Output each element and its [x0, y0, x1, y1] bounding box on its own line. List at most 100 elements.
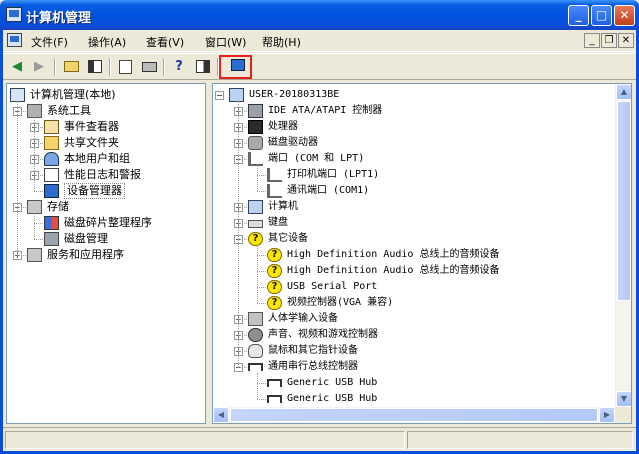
status-segment — [5, 431, 405, 449]
show-hide-pane-icon[interactable] — [193, 57, 213, 77]
users-icon — [44, 152, 59, 166]
tree-connector — [34, 239, 43, 240]
help-icon[interactable]: ? — [169, 57, 189, 77]
menu-view[interactable]: 查看(V) — [146, 34, 184, 50]
properties-icon[interactable] — [115, 57, 135, 77]
device-tree-label: 其它设备 — [268, 233, 308, 244]
minimize-button[interactable]: _ — [568, 5, 589, 26]
event-viewer-icon — [44, 120, 59, 134]
app-icon[interactable] — [6, 7, 22, 22]
tree-connector — [17, 101, 18, 255]
tree-connector — [238, 351, 247, 352]
menu-file[interactable]: 文件(F) — [31, 34, 68, 50]
unknown-device-icon: ? — [267, 280, 282, 294]
device-tree-label: USB Serial Port — [287, 281, 378, 292]
tree-connector — [238, 239, 247, 240]
device-manager-icon — [44, 184, 59, 198]
port-icon — [267, 168, 282, 182]
vertical-scrollbar[interactable]: ▲ ▼ — [615, 84, 631, 407]
scroll-down-button[interactable]: ▼ — [616, 391, 631, 407]
tree-connector — [238, 159, 247, 160]
tree-connector — [238, 207, 247, 208]
usb-icon — [267, 395, 282, 403]
tree-connector — [257, 245, 258, 303]
tree-connector — [257, 303, 266, 304]
device-tree-label: 声音、视频和游戏控制器 — [268, 329, 378, 340]
defrag-icon — [44, 216, 59, 230]
menu-action[interactable]: 操作(A) — [88, 34, 126, 50]
tree-connector — [238, 319, 247, 320]
usb-icon — [267, 379, 282, 387]
horizontal-scroll-thumb[interactable] — [230, 408, 598, 422]
performance-log-icon — [44, 168, 59, 182]
tree-connector — [34, 127, 43, 128]
maximize-button[interactable]: □ — [591, 5, 612, 26]
tree-connector — [257, 165, 258, 191]
toolbar: ◀ ▶ ? — [3, 53, 636, 80]
document-icon[interactable] — [7, 33, 22, 47]
toolbar-separator — [163, 58, 165, 76]
tree-connector — [34, 191, 43, 192]
status-segment — [407, 431, 633, 449]
device-tree-label: 键盘 — [268, 217, 288, 228]
tree-connector — [238, 111, 247, 112]
print-icon[interactable] — [139, 57, 159, 77]
up-folder-icon[interactable] — [61, 57, 81, 77]
mdi-minimize-button[interactable]: _ — [584, 33, 600, 48]
tree-connector — [238, 101, 239, 367]
services-icon — [27, 248, 42, 262]
tree-connector — [257, 255, 266, 256]
console-tree-label: 磁盘碎片整理程序 — [64, 216, 152, 229]
forward-arrow-icon[interactable]: ▶ — [29, 57, 49, 77]
device-tree-pane[interactable]: USER-20180313BE − IDE ATA/ATAPI 控制器 + 处理器 + 磁盘… — [212, 83, 632, 424]
ide-controller-icon — [248, 104, 263, 118]
shared-folder-icon — [44, 136, 59, 150]
device-tree-label: Generic USB Hub — [287, 393, 378, 404]
tree-connector — [34, 159, 43, 160]
show-tree-icon[interactable] — [85, 57, 105, 77]
scroll-up-button[interactable]: ▲ — [616, 84, 631, 100]
highlight-box — [219, 55, 252, 79]
tree-connector — [238, 127, 247, 128]
tree-connector — [34, 223, 43, 224]
close-button[interactable]: ✕ — [614, 5, 635, 26]
scroll-thumb[interactable] — [617, 101, 631, 301]
menu-help[interactable]: 帮助(H) — [262, 34, 301, 50]
console-tree[interactable]: 计算机管理(本地) 系统工具 − 事件查看器 + 共享文件夹 + 本地用户和组 + 性能日志和警报… — [6, 83, 206, 424]
mdi-restore-button[interactable]: ❐ — [601, 33, 617, 48]
tree-connector — [238, 335, 247, 336]
device-tree-label: Generic USB Hub — [287, 377, 378, 388]
device-tree-label: High Definition Audio 总线上的音频设备 — [287, 249, 500, 260]
device-tree-label: 通讯端口 (COM1) — [287, 185, 370, 196]
tree-connector — [34, 117, 35, 191]
window-title: 计算机管理 — [26, 11, 92, 26]
tree-connector — [238, 367, 247, 368]
scroll-left-button[interactable]: ◀ — [213, 407, 229, 423]
tree-connector — [257, 191, 266, 192]
scrollbar-corner — [615, 407, 631, 423]
computer-icon — [229, 88, 244, 102]
toolbar-separator — [54, 58, 56, 76]
sound-icon — [248, 328, 263, 342]
unknown-device-icon: ? — [267, 296, 282, 310]
tools-icon — [27, 104, 42, 118]
collapse-icon[interactable]: − — [215, 91, 224, 100]
port-icon — [267, 184, 282, 198]
device-tree-label: 磁盘驱动器 — [268, 137, 318, 148]
tree-connector — [257, 271, 266, 272]
device-tree-label: 鼠标和其它指针设备 — [268, 345, 358, 356]
mdi-close-button[interactable]: ✕ — [618, 33, 634, 48]
usb-icon — [248, 363, 263, 371]
back-arrow-icon[interactable]: ◀ — [7, 57, 27, 77]
computer-icon — [248, 200, 263, 214]
disk-management-icon — [44, 232, 59, 246]
scroll-right-button[interactable]: ▶ — [599, 407, 615, 423]
disk-drive-icon — [248, 136, 263, 150]
horizontal-scrollbar[interactable]: ◀ ▶ — [213, 407, 615, 423]
device-tree-label: 打印机端口 (LPT1) — [287, 169, 380, 180]
menu-bar: 文件(F) 操作(A) 查看(V) 窗口(W) 帮助(H) _ ❐ ✕ — [3, 30, 636, 52]
menu-window[interactable]: 窗口(W) — [205, 34, 246, 50]
title-bar[interactable]: 计算机管理 _ □ ✕ — [0, 0, 639, 30]
tree-connector — [34, 175, 43, 176]
tree-connector — [34, 213, 35, 239]
